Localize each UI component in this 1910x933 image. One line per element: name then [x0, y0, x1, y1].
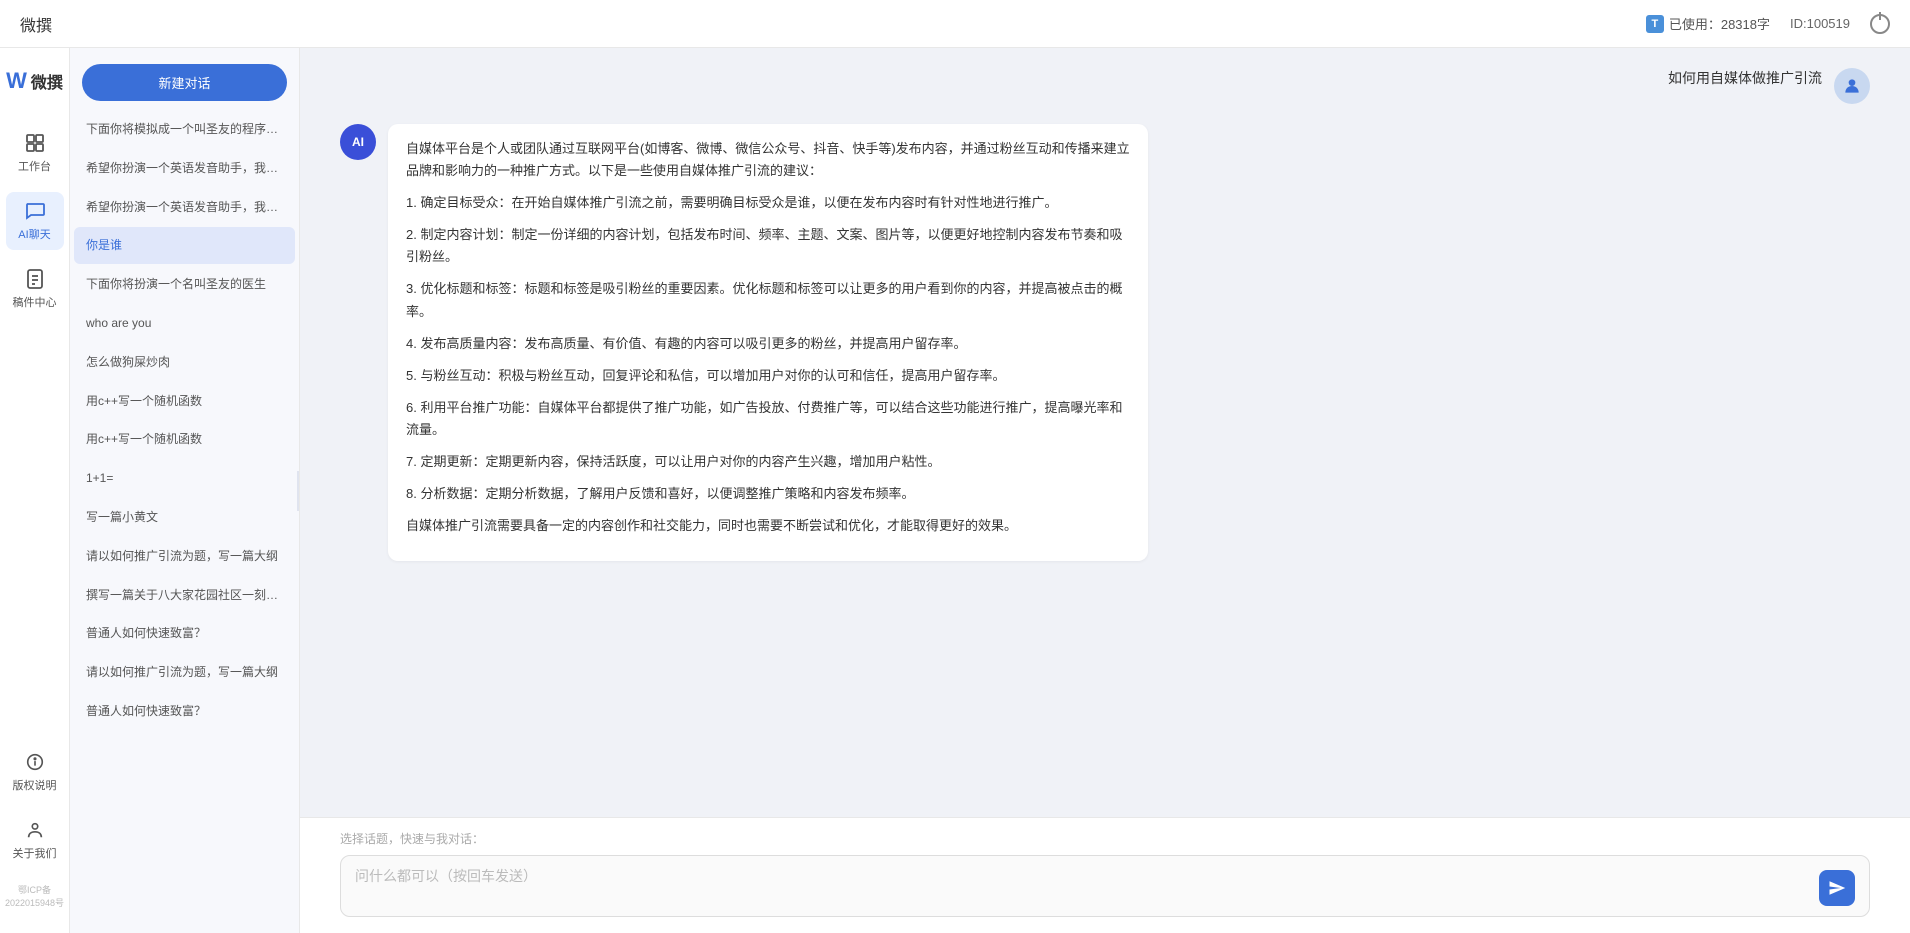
logo-text: 微撰 — [31, 69, 63, 93]
chat-input[interactable] — [355, 866, 1809, 906]
drafts-label: 稿件中心 — [13, 294, 57, 310]
history-item[interactable]: 下面你将扮演一个名叫圣友的医生 — [74, 266, 295, 303]
workbench-label: 工作台 — [18, 158, 51, 174]
user-avatar — [1834, 68, 1870, 104]
sidebar-item-about[interactable]: 关于我们 — [6, 811, 64, 869]
ai-paragraph-8: 8. 分析数据：定期分析数据，了解用户反馈和喜好，以便调整推广策略和内容发布频率… — [406, 483, 1130, 505]
history-item[interactable]: 用c++写一个随机函数 — [74, 421, 295, 458]
icp-text: 鄂ICP备2022015948号 — [0, 879, 69, 913]
ai-paragraph-0: 自媒体平台是个人或团队通过互联网平台(如博客、微博、微信公众号、抖音、快手等)发… — [406, 138, 1130, 182]
doc-icon — [24, 268, 46, 290]
send-button[interactable] — [1819, 870, 1855, 906]
ai-paragraph-7: 7. 定期更新：定期更新内容，保持活跃度，可以让用户对你的内容产生兴趣，增加用户… — [406, 451, 1130, 473]
topbar-title: 微撰 — [20, 12, 52, 36]
about-icon — [24, 819, 46, 841]
usage-text: 已使用：28318字 — [1669, 14, 1770, 33]
about-label: 关于我们 — [13, 845, 57, 861]
history-item[interactable]: who are you — [74, 305, 295, 342]
sidebar-item-copyright[interactable]: 版权说明 — [6, 743, 64, 801]
user-message-text: 如何用自媒体做推广引流 — [1668, 68, 1822, 88]
ai-paragraph-4: 4. 发布高质量内容：发布高质量、有价值、有趣的内容可以吸引更多的粉丝，并提高用… — [406, 333, 1130, 355]
history-list: 下面你将模拟成一个叫圣友的程序员，我说...希望你扮演一个英语发音助手，我提供给… — [70, 111, 299, 933]
history-item[interactable]: 请以如何推广引流为题，写一篇大纲 — [74, 654, 295, 691]
logo: W 微撰 — [6, 68, 63, 94]
chat-messages: 如何用自媒体做推广引流 AI 自媒体平台是个人或团队通过互联网平台(如博客、微博… — [300, 48, 1910, 817]
nav-bottom: 版权说明 关于我们 鄂ICP备2022015948号 — [0, 743, 69, 913]
sidebar-item-ai-chat[interactable]: AI聊天 — [6, 192, 64, 250]
ai-paragraph-1: 1. 确定目标受众：在开始自媒体推广引流之前，需要明确目标受众是谁，以便在发布内… — [406, 192, 1130, 214]
history-item[interactable]: 怎么做狗屎炒肉 — [74, 344, 295, 381]
history-item[interactable]: 写一篇小黄文 — [74, 499, 295, 536]
history-sidebar: 新建对话 下面你将模拟成一个叫圣友的程序员，我说...希望你扮演一个英语发音助手… — [70, 48, 300, 933]
history-item[interactable]: 普通人如何快速致富？ — [74, 693, 295, 730]
history-item[interactable]: 下面你将模拟成一个叫圣友的程序员，我说... — [74, 111, 295, 148]
copyright-label: 版权说明 — [13, 777, 57, 793]
chat-icon — [24, 200, 46, 222]
sidebar-item-drafts[interactable]: 稿件中心 — [6, 260, 64, 318]
chat-area: 如何用自媒体做推广引流 AI 自媒体平台是个人或团队通过互联网平台(如博客、微博… — [300, 48, 1910, 933]
history-item[interactable]: 1+1= — [74, 460, 295, 497]
topbar: 微撰 T 已使用：28318字 ID:100519 — [0, 0, 1910, 48]
history-item[interactable]: 撰写一篇关于八大家花园社区一刻钟便民生... — [74, 577, 295, 614]
ai-chat-label: AI聊天 — [18, 226, 50, 242]
history-item[interactable]: 用c++写一个随机函数 — [74, 383, 295, 420]
user-message-row: 如何用自媒体做推广引流 — [340, 68, 1870, 104]
left-nav: W 微撰 工作台 AI聊天 — [0, 48, 70, 933]
ai-paragraph-5: 5. 与粉丝互动：积极与粉丝互动，回复评论和私信，可以增加用户对你的认可和信任，… — [406, 365, 1130, 387]
history-item[interactable]: 请以如何推广引流为题，写一篇大纲 — [74, 538, 295, 575]
copyright-icon — [24, 751, 46, 773]
usage-info: T 已使用：28318字 — [1646, 14, 1770, 33]
grid-icon — [24, 132, 46, 154]
collapse-handle[interactable]: ‹ — [297, 471, 300, 511]
new-chat-button[interactable]: 新建对话 — [82, 64, 287, 101]
ai-paragraph-9: 自媒体推广引流需要具备一定的内容创作和社交能力，同时也需要不断尝试和优化，才能取… — [406, 515, 1130, 537]
sidebar-item-workbench[interactable]: 工作台 — [6, 124, 64, 182]
ai-message-row: AI 自媒体平台是个人或团队通过互联网平台(如博客、微博、微信公众号、抖音、快手… — [340, 124, 1870, 561]
ai-paragraph-2: 2. 制定内容计划：制定一份详细的内容计划，包括发布时间、频率、主题、文案、图片… — [406, 224, 1130, 268]
history-item[interactable]: 你是谁 — [74, 227, 295, 264]
send-icon — [1828, 879, 1846, 897]
topbar-right: T 已使用：28318字 ID:100519 — [1646, 14, 1890, 34]
history-item[interactable]: 希望你扮演一个英语发音助手，我提供给你... — [74, 189, 295, 226]
ai-paragraph-3: 3. 优化标题和标签：标题和标签是吸引粉丝的重要因素。优化标题和标签可以让更多的… — [406, 278, 1130, 322]
input-area: 选择话题，快速与我对话： — [300, 817, 1910, 933]
ai-avatar: AI — [340, 124, 376, 160]
input-row — [340, 855, 1870, 917]
logo-w: W — [6, 68, 27, 94]
history-item[interactable]: 希望你扮演一个英语发音助手，我提供给你... — [74, 150, 295, 187]
usage-icon: T — [1646, 15, 1664, 33]
history-item[interactable]: 普通人如何快速致富？ — [74, 615, 295, 652]
ai-paragraph-6: 6. 利用平台推广功能：自媒体平台都提供了推广功能，如广告投放、付费推广等，可以… — [406, 397, 1130, 441]
quick-topics-label: 选择话题，快速与我对话： — [340, 830, 1870, 847]
main-layout: W 微撰 工作台 AI聊天 — [0, 48, 1910, 933]
id-text: ID:100519 — [1790, 16, 1850, 31]
ai-message-bubble: 自媒体平台是个人或团队通过互联网平台(如博客、微博、微信公众号、抖音、快手等)发… — [388, 124, 1148, 561]
power-icon[interactable] — [1870, 14, 1890, 34]
